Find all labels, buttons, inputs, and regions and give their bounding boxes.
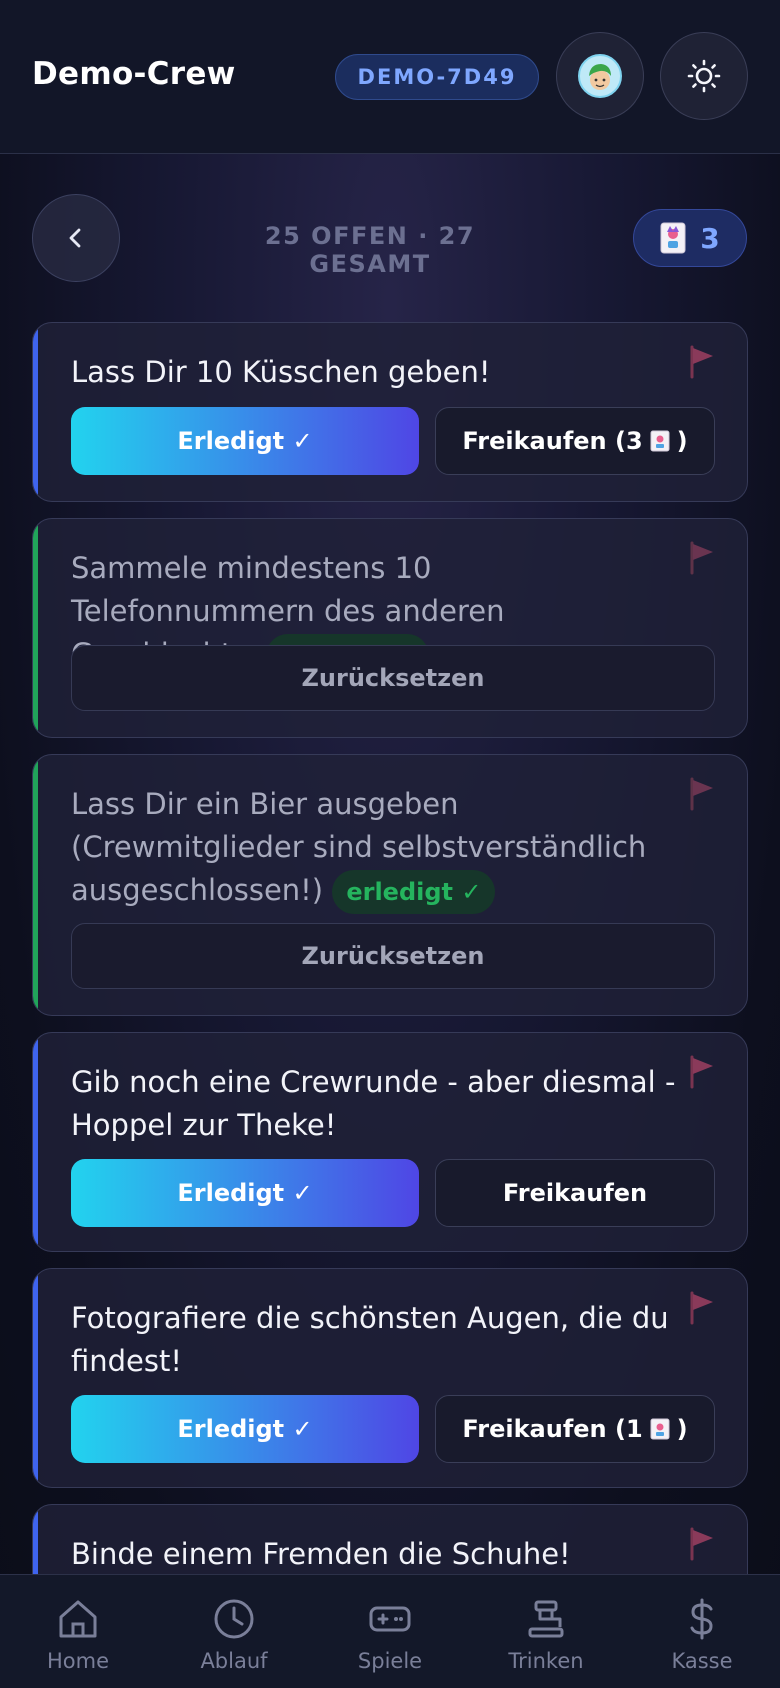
done-button[interactable]: Erledigt ✓	[71, 1395, 419, 1463]
gamepad-icon	[369, 1606, 411, 1632]
flag-icon[interactable]	[687, 1055, 717, 1089]
buyout-label: Freikaufen	[502, 1179, 648, 1207]
home-icon	[59, 1600, 97, 1638]
clock-icon	[214, 1599, 254, 1639]
app-header: Demo-Crew DEMO-7D49	[0, 0, 780, 154]
task-counts: 25 OFFEN · 27 GESAMT	[264, 222, 476, 278]
chevron-left-icon	[69, 228, 81, 248]
joker-card-icon	[660, 222, 686, 254]
theme-toggle-button[interactable]	[660, 32, 748, 120]
buyout-suffix: )	[676, 427, 688, 455]
nav-item-ablauf[interactable]: Ablauf	[156, 1575, 312, 1688]
avatar-icon	[578, 54, 622, 98]
done-badge: erledigt ✓	[332, 870, 496, 914]
task-card: Lass Dir 10 Küsschen geben! Erledigt ✓ F…	[32, 322, 748, 502]
task-card: Gib noch eine Crewrunde - aber diesmal -…	[32, 1032, 748, 1252]
buyout-button[interactable]: Freikaufen	[435, 1159, 715, 1227]
app-title: Demo-Crew	[32, 56, 236, 92]
nav-item-kasse[interactable]: Kasse	[624, 1575, 780, 1688]
back-button[interactable]	[32, 194, 120, 282]
buyout-suffix: )	[676, 1415, 688, 1443]
flag-icon[interactable]	[687, 1291, 717, 1325]
reset-button[interactable]: Zurücksetzen	[71, 645, 715, 711]
nav-label: Home	[46, 1649, 109, 1673]
nav-label: Kasse	[671, 1649, 733, 1673]
nav-label: Trinken	[508, 1649, 584, 1673]
reset-button[interactable]: Zurücksetzen	[71, 923, 715, 989]
room-code-badge[interactable]: DEMO-7D49	[335, 54, 539, 100]
flag-icon[interactable]	[687, 777, 717, 811]
done-button[interactable]: Erledigt ✓	[71, 1159, 419, 1227]
joker-token-counter[interactable]: 3	[633, 209, 747, 267]
flag-icon[interactable]	[687, 1527, 717, 1561]
nav-item-spiele[interactable]: Spiele	[312, 1575, 468, 1688]
flag-icon[interactable]	[687, 345, 717, 379]
joker-card-icon	[650, 430, 670, 452]
task-text: Binde einem Fremden die Schuhe!	[71, 1537, 571, 1571]
joker-card-icon	[650, 1418, 670, 1440]
task-text-wrap: Lass Dir ein Bier ausgeben (Crewmitglied…	[71, 783, 681, 914]
dollar-icon	[690, 1598, 713, 1640]
task-text: Lass Dir 10 Küsschen geben!	[71, 355, 491, 389]
sun-icon	[687, 59, 721, 93]
task-card: Lass Dir ein Bier ausgeben (Crewmitglied…	[32, 754, 748, 1016]
nav-label: Ablauf	[200, 1649, 268, 1673]
nav-item-trinken[interactable]: Trinken	[468, 1575, 624, 1688]
nav-item-home[interactable]: Home	[0, 1575, 156, 1688]
task-card: Fotografiere die schönsten Augen, die du…	[32, 1268, 748, 1488]
task-text: Gib noch eine Crewrunde - aber diesmal -…	[71, 1065, 676, 1142]
buyout-button[interactable]: Freikaufen (1 )	[435, 1395, 715, 1463]
nav-label: Spiele	[357, 1649, 423, 1673]
tap-icon	[528, 1600, 564, 1638]
bottom-navigation: Home Ablauf Spiele Trinken Kasse	[0, 1574, 780, 1688]
avatar-button[interactable]	[556, 32, 644, 120]
task-text: Fotografiere die schönsten Augen, die du…	[71, 1301, 669, 1378]
buyout-button[interactable]: Freikaufen (3 )	[435, 407, 715, 475]
buyout-label: Freikaufen (1	[462, 1415, 643, 1443]
task-card: Sammele mindestens 10 Telefonnummern des…	[32, 518, 748, 738]
flag-icon[interactable]	[687, 541, 717, 575]
done-button[interactable]: Erledigt ✓	[71, 407, 419, 475]
joker-token-count: 3	[700, 221, 720, 255]
buyout-label: Freikaufen (3	[462, 427, 643, 455]
